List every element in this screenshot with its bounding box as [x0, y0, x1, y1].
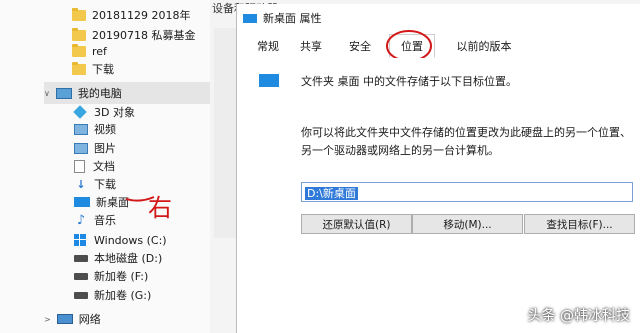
restore-default-button[interactable]: 还原默认值(R) — [301, 214, 412, 234]
nav-item-folder-20181129[interactable]: 20181129 2018年 — [72, 4, 190, 26]
nav-item-label: 文档 — [93, 160, 115, 173]
nav-item-label: 视频 — [94, 123, 116, 136]
nav-item-label: 网络 — [78, 313, 101, 326]
network-icon — [56, 314, 73, 324]
nav-item-network[interactable]: > 网络 — [44, 308, 101, 330]
nav-item-label: 20181129 2018年 — [92, 9, 191, 22]
nav-item-drive-g[interactable]: 新加卷 (G:) — [74, 284, 151, 306]
tab-general[interactable]: 常规 — [249, 36, 287, 56]
path-value: D:\新桌面 — [305, 187, 358, 200]
nav-item-label: 本地磁盘 (D:) — [94, 252, 163, 265]
tab-bar: 常规 共享 安全 位置 以前的版本 — [245, 34, 640, 59]
location-panel: 文件夹 桌面 中的文件存储于以下目标位置。 你可以将此文件夹中文件存储的位置更改… — [245, 58, 640, 333]
location-description: 文件夹 桌面 中的文件存储于以下目标位置。 — [301, 75, 517, 88]
find-target-button[interactable]: 查找目标(F)... — [524, 214, 635, 234]
nav-item-label: 下载 — [92, 63, 114, 76]
desktop-icon — [74, 197, 90, 207]
drive-icon — [74, 254, 88, 262]
nav-item-label: 音乐 — [94, 214, 116, 227]
dialog-titlebar: 新桌面 属性 — [243, 10, 322, 26]
folder-icon — [72, 27, 86, 41]
nav-item-label: 新加卷 (F:) — [94, 270, 149, 283]
drive-icon — [74, 272, 88, 280]
music-note-icon: ♪ — [76, 212, 86, 228]
nav-item-label: 我的电脑 — [77, 87, 122, 100]
background-window-edge — [214, 28, 237, 238]
location-help-text: 你可以将此文件夹中文件存储的位置更改为此硬盘上的另一个位置、另一个驱动器或网络上… — [301, 126, 631, 157]
nav-item-label: 20190718 私募基金 — [92, 29, 196, 42]
cube-icon — [73, 105, 87, 119]
nav-item-folder-downloads[interactable]: 下载 — [72, 58, 114, 80]
picture-icon — [74, 142, 88, 154]
folder-icon — [72, 61, 86, 75]
computer-icon — [55, 87, 72, 99]
folder-icon — [72, 7, 86, 21]
nav-item-music[interactable]: ♪ 音乐 — [74, 209, 116, 231]
navigation-pane: 20181129 2018年 20190718 私募基金 ref 下载 ∨ 我的… — [0, 0, 210, 333]
chevron-right-icon[interactable]: > — [44, 315, 51, 324]
windows-drive-icon — [74, 234, 86, 246]
desktop-icon — [243, 13, 257, 23]
nav-item-label: 下载 — [94, 178, 116, 191]
drive-icon — [74, 291, 88, 299]
video-icon — [74, 123, 88, 135]
move-button[interactable]: 移动(M)... — [412, 214, 523, 234]
download-arrow-icon: ↓ — [76, 177, 86, 191]
nav-item-label: Windows (C:) — [94, 233, 167, 247]
tab-previous-versions[interactable]: 以前的版本 — [443, 36, 525, 56]
properties-dialog: 新桌面 属性 常规 共享 安全 位置 以前的版本 文件夹 桌面 中的文件存储于以… — [236, 4, 640, 333]
document-icon — [74, 159, 85, 173]
folder-icon — [72, 43, 86, 57]
tab-sharing[interactable]: 共享 — [291, 36, 331, 56]
nav-item-label: ref — [92, 44, 107, 58]
path-field[interactable]: D:\新桌面 — [301, 182, 633, 202]
tab-security[interactable]: 安全 — [337, 36, 383, 56]
annotation-mark: 右 — [148, 194, 172, 222]
watermark: 头条 @韩冰科技 — [527, 308, 630, 324]
chevron-down-icon[interactable]: ∨ — [44, 89, 50, 98]
folder-desktop-icon — [259, 74, 279, 87]
nav-item-label: 图片 — [94, 142, 116, 155]
dialog-title: 新桌面 属性 — [263, 12, 322, 25]
nav-item-label: 新加卷 (G:) — [94, 289, 152, 302]
